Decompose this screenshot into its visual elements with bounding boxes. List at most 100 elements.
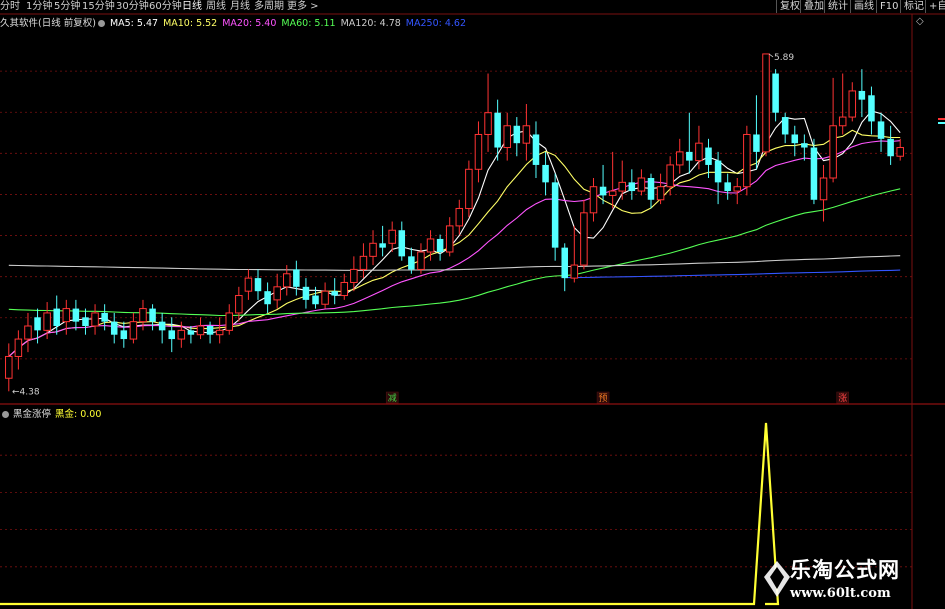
candle-body [570,264,579,279]
candle-body [24,325,32,340]
candle-body [139,308,147,323]
sub-indicator-value: 黑金: 0.00 [55,409,102,420]
candle-body [53,308,60,326]
diamond-icon: ◇ [916,16,924,27]
candle-body [561,247,568,279]
candle-body [675,151,684,166]
candle-body [896,147,904,157]
price-marker [938,122,945,124]
candle-body [62,308,71,323]
candle-body [637,177,646,192]
sub-indicator-title: 黑金涨停 [13,409,52,420]
candle-body [819,177,828,201]
candle-body [129,321,138,340]
candle-body [426,238,435,253]
candle-body [838,116,847,127]
indicator-line [0,422,780,606]
candle-body [196,325,205,336]
settings-dot-icon[interactable] [2,411,9,418]
candle-body [168,330,175,340]
candle-body [369,242,377,257]
price-marker [938,118,945,120]
candle-body [149,308,156,322]
candle-body [82,317,89,326]
candle-body [340,281,349,297]
candle-body [522,125,531,144]
logo-icon [764,561,790,597]
candle-body [810,147,818,200]
candle-body [225,312,234,331]
candle-body [599,186,607,196]
candle-body [513,125,521,144]
candle-body [5,355,13,379]
candle-body [887,138,894,157]
candle-body [110,321,118,335]
candle-body [293,269,300,287]
candle-body [417,251,425,270]
candle-body [772,73,779,113]
candle-body [743,133,751,188]
candle-body [484,112,492,135]
sub-indicator-line: 黑金涨停 黑金: 0.00 [0,406,101,420]
low-price-label: ←4.38 [12,387,40,397]
signal-label-2: 预 [599,393,608,404]
candle-body [762,53,770,153]
candle-body [589,186,598,214]
candle-body [868,95,875,122]
candle-body [781,117,789,135]
candle-body [695,142,703,162]
candle-body [359,255,368,270]
candle-body [829,125,837,179]
candle-body [331,291,338,296]
candle-body [244,277,253,292]
candle-body [187,330,195,335]
candle-body [264,291,271,305]
candle-body [273,286,281,301]
candle-body [72,308,80,322]
candle-body [848,90,857,118]
signal-label-3: 涨 [838,393,847,404]
candle-body [801,143,808,148]
candle-body [580,212,588,266]
candle-body [714,160,722,183]
candle-body [177,329,186,340]
candle-body [43,312,51,331]
candle-body [628,182,636,192]
candle-body [254,278,262,292]
candle-body [474,133,483,170]
watermark-url: www.60lt.com [790,586,891,601]
candle-body [388,229,396,244]
ma-line-ma60 [8,188,901,317]
candle-body [733,186,742,192]
candle-body [532,134,540,165]
candle-body [666,164,674,188]
candle-body [858,90,866,100]
kline-chart[interactable]: 5.89 ←4.38 减 预 涨 ◇ [0,0,945,609]
candle-body [312,295,319,305]
candle-body [791,134,799,144]
ma-line-ma120 [8,255,901,271]
high-price-label: 5.89 [774,53,794,63]
candle-body [215,329,224,336]
candle-body [656,186,665,201]
candle-body [398,230,406,257]
candle-body [206,326,214,335]
watermark-title: 乐淘公式网 [790,558,900,582]
candle-body [753,134,760,152]
candle-body [686,151,693,161]
candle-body [34,317,41,331]
candle-body [724,182,731,192]
signal-label-1: 减 [388,392,397,404]
candle-body [551,182,559,248]
candle-body [877,121,885,139]
candle-body [436,238,444,252]
candle-body [542,164,549,183]
candle-body [14,338,23,357]
candle-body [350,268,358,283]
candle-body [445,225,454,253]
candle-body [705,147,712,165]
ma-line-ma250 [564,269,901,279]
candle-body [455,207,464,227]
candle-body [408,256,415,270]
candle-body [379,243,386,248]
